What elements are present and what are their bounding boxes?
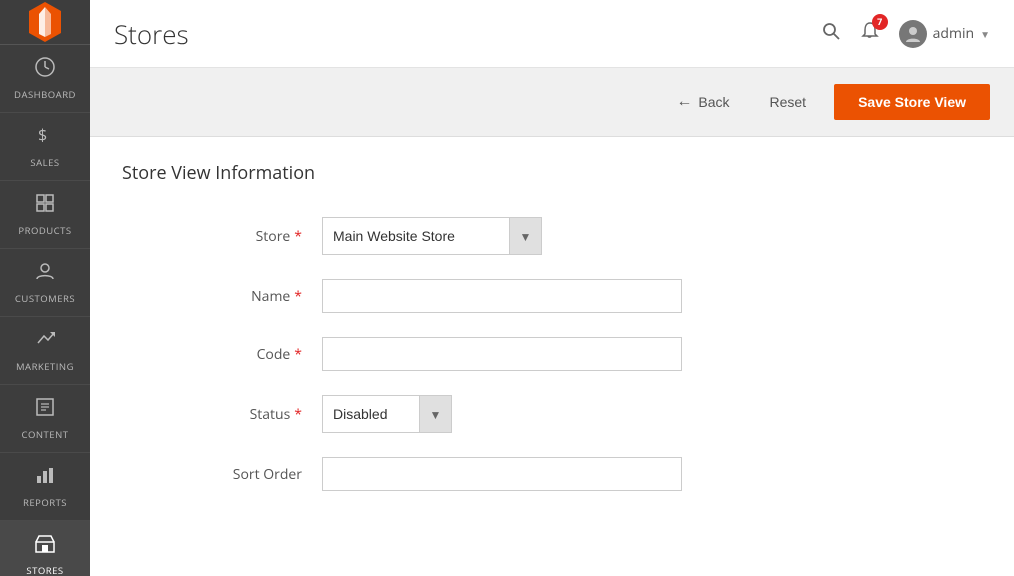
sidebar-item-marketing[interactable]: MARKETING xyxy=(0,317,90,385)
sidebar-item-dashboard[interactable]: DASHBOARD xyxy=(0,45,90,113)
name-input[interactable] xyxy=(322,279,682,313)
dashboard-icon xyxy=(34,56,56,84)
reset-button[interactable]: Reset xyxy=(758,86,819,118)
magento-logo-icon xyxy=(23,0,67,44)
sidebar-item-label: PRODUCTS xyxy=(18,224,71,237)
code-label: Code* xyxy=(122,345,322,364)
page-title: Stores xyxy=(114,16,189,52)
sidebar-item-label: CUSTOMERS xyxy=(15,292,75,305)
sidebar-item-stores[interactable]: STORES xyxy=(0,521,90,576)
status-select-arrow[interactable]: ▼ xyxy=(419,396,451,432)
page-content: Store View Information Store* Main Websi… xyxy=(90,137,1014,576)
store-view-form: Store* Main Website Store ▼ Name* xyxy=(122,217,922,491)
sales-icon: $ xyxy=(34,124,56,152)
sort-order-input[interactable] xyxy=(322,457,682,491)
store-field-row: Store* Main Website Store ▼ xyxy=(122,217,922,255)
sidebar-item-label: SALES xyxy=(30,156,59,169)
sidebar-item-label: STORES xyxy=(26,564,63,576)
reports-icon xyxy=(34,464,56,492)
store-select-arrow[interactable]: ▼ xyxy=(509,218,541,254)
sidebar-item-content[interactable]: CONTENT xyxy=(0,385,90,453)
avatar xyxy=(899,20,927,48)
sort-order-field-row: Sort Order xyxy=(122,457,922,491)
sidebar-item-label: DASHBOARD xyxy=(14,88,76,101)
status-label: Status* xyxy=(122,405,322,424)
back-arrow-icon: ← xyxy=(676,93,692,111)
sidebar-item-sales[interactable]: $ SALES xyxy=(0,113,90,181)
top-header: Stores 7 admin ▼ xyxy=(90,0,1014,68)
sidebar-item-label: CONTENT xyxy=(22,428,69,441)
sidebar-item-label: MARKETING xyxy=(16,360,74,373)
store-label: Store* xyxy=(122,227,322,246)
content-icon xyxy=(34,396,56,424)
marketing-icon xyxy=(34,328,56,356)
required-indicator: * xyxy=(294,227,302,246)
admin-label: admin xyxy=(933,24,974,43)
sidebar-logo xyxy=(0,0,90,45)
stores-icon xyxy=(34,532,56,560)
back-button[interactable]: ← Back xyxy=(664,85,741,119)
store-select-wrapper: Main Website Store ▼ xyxy=(322,217,542,255)
required-indicator: * xyxy=(294,405,302,424)
sidebar-item-customers[interactable]: CUSTOMERS xyxy=(0,249,90,317)
notification-count: 7 xyxy=(872,14,888,30)
notifications-button[interactable]: 7 xyxy=(859,20,881,48)
action-bar: ← Back Reset Save Store View xyxy=(90,68,1014,137)
code-input[interactable] xyxy=(322,337,682,371)
sidebar-item-label: REPORTS xyxy=(23,496,67,509)
main-content: Stores 7 admin ▼ ← Back Reset Save St xyxy=(90,0,1014,576)
store-select[interactable]: Main Website Store xyxy=(323,220,509,252)
search-button[interactable] xyxy=(821,20,841,47)
sidebar-item-products[interactable]: PRODUCTS xyxy=(0,181,90,249)
sort-order-label: Sort Order xyxy=(122,465,322,484)
sidebar-item-reports[interactable]: REPORTS xyxy=(0,453,90,521)
admin-menu[interactable]: admin ▼ xyxy=(899,20,990,48)
section-title: Store View Information xyxy=(122,161,982,193)
name-label: Name* xyxy=(122,287,322,306)
status-select[interactable]: Disabled Enabled xyxy=(323,398,419,430)
customers-icon xyxy=(34,260,56,288)
required-indicator: * xyxy=(294,345,302,364)
code-field-row: Code* xyxy=(122,337,922,371)
chevron-down-icon: ▼ xyxy=(980,27,990,41)
products-icon xyxy=(34,192,56,220)
header-actions: 7 admin ▼ xyxy=(821,20,990,48)
save-store-view-button[interactable]: Save Store View xyxy=(834,84,990,120)
status-field-row: Status* Disabled Enabled ▼ xyxy=(122,395,922,433)
sidebar: DASHBOARD $ SALES PRODUCTS CUSTOMERS MAR… xyxy=(0,0,90,576)
svg-text:$: $ xyxy=(38,124,48,146)
status-select-wrapper: Disabled Enabled ▼ xyxy=(322,395,452,433)
name-field-row: Name* xyxy=(122,279,922,313)
required-indicator: * xyxy=(294,287,302,306)
